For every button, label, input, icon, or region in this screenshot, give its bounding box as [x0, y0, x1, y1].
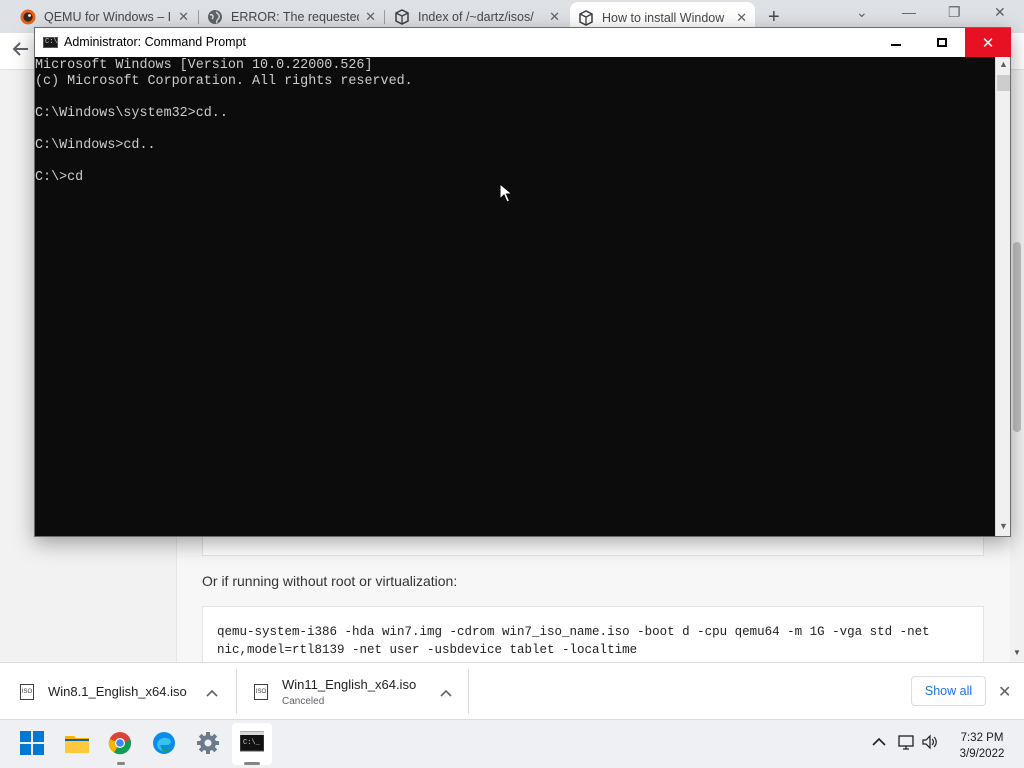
new-tab-button[interactable]: + [768, 6, 780, 29]
chrome-icon[interactable] [108, 731, 134, 757]
close-icon[interactable]: ✕ [549, 9, 560, 25]
maximize-icon [937, 38, 947, 47]
svg-text:C:\_: C:\_ [243, 739, 261, 747]
chevron-up-icon[interactable] [440, 684, 452, 700]
close-icon[interactable]: ✕ [178, 9, 189, 25]
show-hidden-icons-icon[interactable] [872, 734, 886, 750]
clock-date: 3/9/2022 [959, 748, 1005, 760]
download-filename: Win8.1_English_x64.iso [48, 684, 187, 699]
download-item[interactable]: ISO Win11_English_x64.iso Canceled [254, 663, 454, 720]
scroll-up-icon[interactable]: ▲ [999, 59, 1008, 69]
console-line: Microsoft Windows [Version 10.0.22000.52… [35, 58, 373, 73]
taskbar: C:\_ 7:32 PM 3/9/2022 [0, 719, 1024, 768]
page-scrollbar-thumb[interactable] [1013, 242, 1021, 432]
file-explorer-icon[interactable] [64, 731, 90, 757]
server-icon [578, 9, 594, 26]
iso-file-icon: ISO [254, 683, 268, 700]
volume-icon[interactable] [921, 734, 939, 753]
browser-close-icon[interactable]: ✕ [994, 4, 1006, 21]
maximize-button[interactable] [919, 28, 965, 57]
close-icon[interactable]: ✕ [736, 10, 747, 26]
tab-title: QEMU for Windows – I [44, 10, 172, 24]
console-line: (c) Microsoft Corporation. All rights re… [35, 74, 413, 89]
tab-search-icon[interactable]: ⌄ [856, 4, 868, 21]
start-icon[interactable] [20, 731, 46, 757]
console-output[interactable]: Microsoft Windows [Version 10.0.22000.52… [35, 57, 995, 536]
cmd-scrollbar-thumb[interactable] [997, 75, 1010, 91]
running-indicator [244, 762, 260, 765]
download-divider [468, 669, 469, 714]
close-icon[interactable]: ✕ [365, 9, 376, 25]
console-line: C:\Windows\system32>cd.. [35, 106, 228, 121]
clock-time: 7:32 PM [960, 732, 1004, 744]
minimize-button[interactable] [873, 28, 919, 57]
download-filename-text: Win11_English_x64.iso [282, 676, 417, 692]
server-icon [394, 9, 410, 25]
terminal-icon[interactable]: C:\_ [239, 731, 266, 757]
chevron-up-icon[interactable] [206, 684, 218, 700]
browser-minimize-icon[interactable]: — [902, 4, 916, 20]
qemu-icon [20, 9, 36, 25]
download-divider [236, 669, 237, 714]
command-prompt-window[interactable]: C:\ Administrator: Command Prompt ✕ Micr… [34, 27, 1011, 537]
scroll-down-icon[interactable]: ▼ [1013, 648, 1021, 657]
console-line: C:\Windows>cd.. [35, 138, 156, 153]
cmd-scrollbar[interactable]: ▲ ▼ [995, 57, 1010, 536]
tab-title: ERROR: The requested [231, 10, 360, 24]
page-scrollbar[interactable]: ▼ [1010, 70, 1024, 662]
back-arrow-icon[interactable] [12, 41, 30, 62]
code-block: qemu-system-i386 -hda win7.img -cdrom wi… [202, 606, 984, 666]
show-all-button[interactable]: Show all [911, 676, 986, 706]
close-icon: ✕ [981, 34, 995, 52]
network-icon[interactable] [898, 734, 916, 753]
download-filename-text: Win8.1_English_x64.iso [48, 684, 187, 699]
tab-title: How to install Window [602, 10, 725, 25]
code-line: nic,model=rtl8139 -net user -usbdevice t… [217, 643, 638, 657]
globe-icon [207, 9, 223, 25]
tab-separator [384, 10, 385, 24]
tab-title: Index of /~dartz/isos/ [418, 10, 534, 24]
download-shelf: ISO Win8.1_English_x64.iso ISO Win11_Eng… [0, 662, 1024, 719]
download-details: Win11_English_x64.iso Canceled [282, 677, 416, 707]
code-line: qemu-system-i386 -hda win7.img -cdrom wi… [217, 625, 930, 639]
edge-icon[interactable] [152, 731, 178, 757]
cmd-title-bar[interactable]: C:\ Administrator: Command Prompt ✕ [35, 28, 1011, 57]
iso-file-icon: ISO [20, 683, 34, 700]
system-clock[interactable]: 7:32 PM 3/9/2022 [950, 730, 1014, 762]
running-indicator [117, 762, 125, 765]
download-item[interactable]: ISO Win8.1_English_x64.iso [20, 663, 230, 720]
close-button[interactable]: ✕ [965, 28, 1011, 57]
close-icon[interactable]: ✕ [998, 682, 1011, 702]
browser-restore-icon[interactable]: ❐ [948, 4, 961, 21]
settings-icon[interactable] [196, 731, 222, 757]
minimize-icon [891, 43, 901, 46]
download-status: Canceled [282, 695, 325, 707]
window-title: Administrator: Command Prompt [64, 35, 247, 49]
console-input-line[interactable]: C:\>cd [35, 170, 995, 186]
scroll-down-icon[interactable]: ▼ [999, 521, 1008, 531]
cmd-app-icon: C:\ [43, 37, 58, 48]
article-paragraph: Or if running without root or virtualiza… [202, 573, 458, 589]
